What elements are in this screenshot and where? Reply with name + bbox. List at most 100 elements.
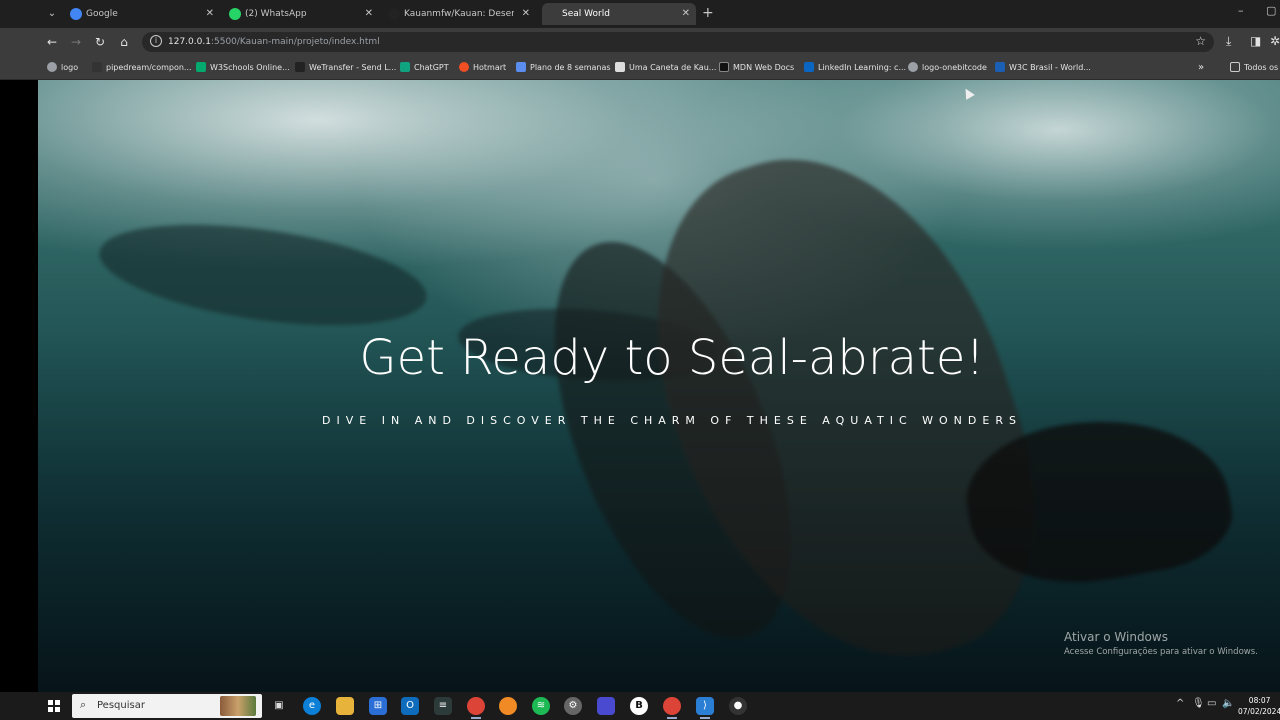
edge-icon[interactable]: e [303, 697, 321, 715]
maximize-icon[interactable]: ▢ [1266, 4, 1276, 17]
clock-time: 08:07 [1248, 696, 1271, 705]
bookmark-plano[interactable]: Plano de 8 semanas [516, 56, 611, 80]
tab-seal-world[interactable]: Seal World ✕ [542, 3, 696, 25]
bookmark-label: W3Schools Online... [210, 63, 290, 72]
hero-title: Get Ready to Seal-abrate! [359, 330, 985, 386]
chrome-profile-icon[interactable] [663, 697, 681, 719]
extensions-icon[interactable]: ✲ [1270, 34, 1280, 48]
site-info-icon[interactable]: i [150, 35, 162, 47]
bookmark-onebitcode[interactable]: logo-onebitcode [908, 56, 987, 80]
microphone-icon[interactable]: 🎙 [1192, 698, 1205, 709]
globe-icon [47, 62, 57, 72]
windows-start-icon[interactable] [48, 700, 60, 712]
chatgpt-icon [400, 62, 410, 72]
close-tab-icon[interactable]: ✕ [365, 3, 373, 25]
tab-whatsapp[interactable]: (2) WhatsApp ✕ [229, 3, 379, 25]
task-view-icon[interactable]: ▣ [270, 697, 288, 715]
bookmark-linkedin[interactable]: LinkedIn Learning: c... [804, 56, 906, 80]
network-icon[interactable]: ▭ [1207, 698, 1216, 709]
bookmark-chatgpt[interactable]: ChatGPT [400, 56, 449, 80]
address-bar[interactable]: i 127.0.0.1:5500/Kauan-main/projeto/inde… [142, 32, 1214, 52]
tab-google[interactable]: Google ✕ [70, 3, 220, 25]
browser-tab-bar: ⌄ Google ✕ (2) WhatsApp ✕ Kauanmfw/Kauan… [0, 0, 1280, 28]
close-tab-icon[interactable]: ✕ [522, 3, 530, 25]
codepen-icon [615, 62, 625, 72]
home-icon[interactable]: ⌂ [116, 34, 132, 50]
tab-title: Google [86, 9, 118, 19]
bookmark-pipedream[interactable]: pipedream/compon... [92, 56, 192, 80]
url-host: 127.0.0.1 [168, 37, 211, 47]
wetransfer-icon [295, 62, 305, 72]
volume-icon[interactable]: 🔈 [1222, 698, 1234, 709]
reload-icon[interactable]: ↻ [92, 34, 108, 50]
store-icon[interactable]: ⊞ [369, 697, 387, 715]
search-icon: ⌕ [80, 698, 87, 711]
globe-icon [908, 62, 918, 72]
tray-expand-icon[interactable]: ^ [1176, 698, 1184, 709]
github-favicon-icon [388, 8, 400, 20]
w3c-icon [995, 62, 1005, 72]
tab-title: Seal World [562, 9, 610, 19]
taskbar-search-box[interactable]: ⌕ Pesquisar [72, 694, 262, 718]
hero-section: Get Ready to Seal-abrate! DIVE IN AND DI… [38, 80, 1280, 692]
bookmark-star-icon[interactable]: ☆ [1195, 34, 1206, 48]
url-text[interactable]: 127.0.0.1:5500/Kauan-main/projeto/index.… [168, 32, 380, 52]
all-bookmarks-folder[interactable]: Todos os f [1230, 56, 1280, 80]
bookmark-caneta[interactable]: Uma Caneta de Kau... [615, 56, 716, 80]
search-label: Pesquisar [97, 700, 145, 711]
bookmark-label: LinkedIn Learning: c... [818, 63, 907, 72]
close-tab-icon[interactable]: ✕ [682, 3, 690, 25]
linkedin-icon [804, 62, 814, 72]
bookmark-label: Uma Caneta de Kau... [629, 63, 717, 72]
folder-icon [1230, 62, 1240, 72]
hotmart-icon [459, 62, 469, 72]
whatsapp-favicon-icon [229, 8, 241, 20]
close-tab-icon[interactable]: ✕ [206, 3, 214, 25]
bookmark-label: W3C Brasil - World... [1009, 63, 1091, 72]
w3schools-icon [196, 62, 206, 72]
obs-icon[interactable]: ● [729, 697, 747, 715]
firefox-icon[interactable] [499, 697, 517, 715]
vscode-icon[interactable]: ⟩ [696, 697, 714, 719]
tab-search-dropdown-icon[interactable]: ⌄ [44, 6, 60, 22]
tab-title: Kauanmfw/Kauan: Desenvolver... [404, 9, 514, 19]
forward-arrow-icon[interactable]: → [68, 34, 84, 50]
bookmark-w3c[interactable]: W3C Brasil - World... [995, 56, 1091, 80]
new-tab-icon[interactable]: + [702, 5, 714, 21]
windows-taskbar: ⌕ Pesquisar ▣ e ⊞ O ≡ ≋ ⚙ B ⟩ ● ^ 🎙 ▭ 🔈 … [0, 692, 1280, 720]
settings-gear-icon[interactable]: ⚙ [564, 697, 582, 715]
bookmark-label: logo [61, 63, 79, 72]
windows-activation-watermark: Ativar o Windows Acesse Configurações pa… [1064, 630, 1258, 657]
terminal-icon[interactable]: ≡ [434, 697, 452, 715]
back-arrow-icon[interactable]: ← [44, 34, 60, 50]
pipedream-icon [92, 62, 102, 72]
hero-subtitle: DIVE IN AND DISCOVER THE CHARM OF THESE … [322, 414, 1022, 427]
bookmark-logo[interactable]: logo [47, 56, 78, 80]
spotify-icon[interactable]: ≋ [532, 697, 550, 715]
app-icon[interactable] [597, 697, 615, 715]
clock-date: 07/02/2024 [1238, 707, 1280, 716]
bookmark-label: WeTransfer - Send L... [309, 63, 397, 72]
more-bookmarks-icon[interactable]: » [1198, 56, 1204, 80]
bookmark-wetransfer[interactable]: WeTransfer - Send L... [295, 56, 396, 80]
bookmark-label: Hotmart [473, 63, 507, 72]
minimize-icon[interactable]: – [1238, 4, 1244, 17]
activation-hint: Acesse Configurações para ativar o Windo… [1064, 647, 1258, 657]
chrome-icon[interactable] [467, 697, 485, 719]
recording-border [0, 80, 38, 692]
bookmark-hotmart[interactable]: Hotmart [459, 56, 506, 80]
side-panel-icon[interactable]: ◨ [1250, 34, 1261, 48]
bookmark-mdn[interactable]: MDN Web Docs [719, 56, 794, 80]
calendar-icon [516, 62, 526, 72]
outlook-icon[interactable]: O [401, 697, 419, 715]
bookmark-label: logo-onebitcode [922, 63, 987, 72]
taskbar-clock[interactable]: 08:07 07/02/2024 [1238, 695, 1280, 717]
page-favicon-icon [546, 8, 558, 20]
file-explorer-icon[interactable] [336, 697, 354, 715]
google-favicon-icon [70, 8, 82, 20]
bookmark-label: MDN Web Docs [733, 63, 795, 72]
tab-github[interactable]: Kauanmfw/Kauan: Desenvolver... ✕ [388, 3, 536, 25]
b-app-icon[interactable]: B [630, 697, 648, 715]
download-icon[interactable]: ⤓ [1226, 34, 1231, 49]
bookmark-w3schools[interactable]: W3Schools Online... [196, 56, 290, 80]
